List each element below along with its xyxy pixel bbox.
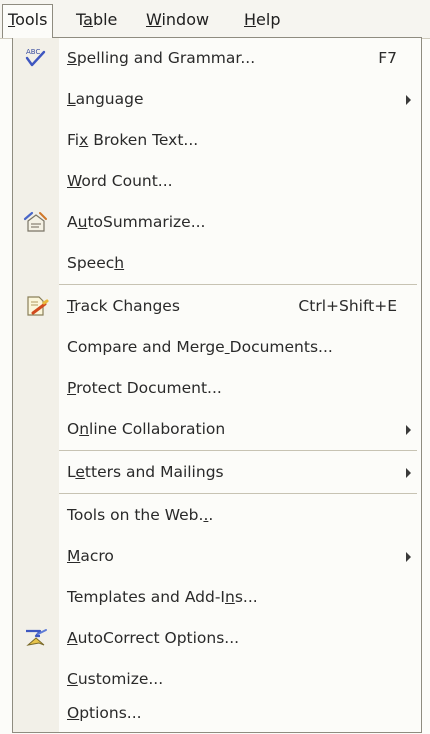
submenu-arrow-icon [406,552,411,562]
menu-item-label: Tools on the Web... [67,506,214,524]
menu-item-label: Speech [67,254,125,272]
menu-item-track-changes[interactable]: Track Changes Ctrl+Shift+E [13,286,421,326]
track-changes-icon [23,294,49,318]
spelling-check-icon: ABC [23,46,49,70]
menu-item-label: Protect Document... [67,379,222,397]
menu-item-label: Spelling and Grammar... [67,49,256,67]
menu-item-compare-and-merge-documents[interactable]: Compare and Merge Documents... [13,327,421,367]
menu-item-speech[interactable]: Speech [13,243,421,283]
tools-dropdown-menu: ABC Spelling and Grammar... F7 Language … [12,37,422,733]
menu-item-macro[interactable]: Macro [13,536,421,576]
autocorrect-icon [23,626,49,650]
menu-item-letters-and-mailings[interactable]: Letters and Mailings [13,452,421,492]
menu-item-label: AutoCorrect Options... [67,629,240,647]
menu-item-label: Fix Broken Text... [67,131,199,149]
menu-bar-help[interactable]: Help [244,7,280,32]
menu-item-label: Letters and Mailings [67,463,224,481]
menu-bar-table[interactable]: Table [76,7,117,32]
menu-item-protect-document[interactable]: Protect Document... [13,368,421,408]
menu-bar: Tools Table Window Help [0,0,430,39]
word-tools-menu-screen: Tools Table Window Help ABC Spelling and… [0,0,430,734]
menu-item-word-count[interactable]: Word Count... [13,161,421,201]
menu-item-label: Options... [67,704,142,722]
submenu-arrow-icon [406,425,411,435]
menu-item-label: Templates and Add-Ins... [67,588,258,606]
menu-item-label: Track Changes [67,297,180,315]
menu-item-label: AutoSummarize... [67,213,206,231]
menu-item-templates-and-add-ins[interactable]: Templates and Add-Ins... [13,577,421,617]
svg-text:ABC: ABC [26,48,40,56]
menu-item-label: Macro [67,547,114,565]
menu-item-tools-on-the-web[interactable]: Tools on the Web... [13,495,421,535]
menu-item-shortcut: Ctrl+Shift+E [298,297,397,315]
menu-item-options[interactable]: Options... [13,693,421,733]
menu-item-shortcut: F7 [378,49,397,67]
menu-separator [59,450,417,451]
submenu-arrow-icon [406,95,411,105]
submenu-arrow-icon [406,468,411,478]
menu-item-label: Online Collaboration [67,420,226,438]
menu-bar-window[interactable]: Window [146,7,209,32]
menu-item-label: Word Count... [67,172,173,190]
menu-item-autosummarize[interactable]: AutoSummarize... [13,202,421,242]
menu-bar-tools[interactable]: Tools [2,4,54,38]
menu-separator [59,284,417,285]
menu-item-spelling-and-grammar[interactable]: ABC Spelling and Grammar... F7 [13,38,421,78]
menu-item-language[interactable]: Language [13,79,421,119]
menu-item-label: Compare and Merge Documents... [67,338,333,356]
menu-item-fix-broken-text[interactable]: Fix Broken Text... [13,120,421,160]
autosummarize-icon [23,210,49,234]
menu-item-label: Language [67,90,144,108]
menu-item-online-collaboration[interactable]: Online Collaboration [13,409,421,449]
menu-item-autocorrect-options[interactable]: AutoCorrect Options... [13,618,421,658]
menu-separator [59,493,417,494]
